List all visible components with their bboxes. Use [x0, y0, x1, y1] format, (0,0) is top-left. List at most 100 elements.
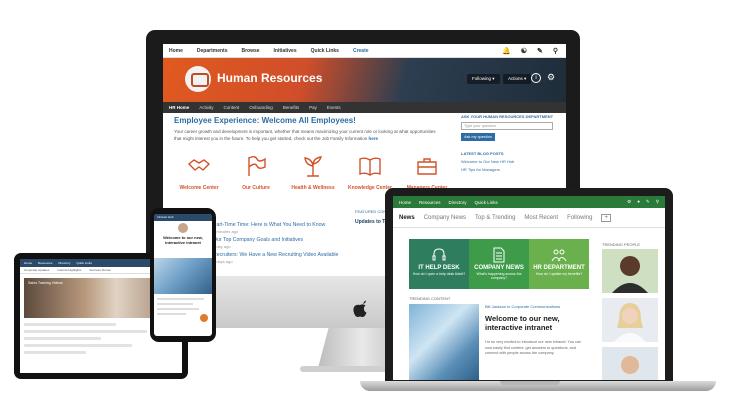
nav-directory[interactable]: Directory: [449, 200, 467, 205]
phone-screen: Intranet Hub Welcome to our new, interac…: [154, 214, 212, 336]
laptop-tabs: News Company News Top & Trending Most Re…: [393, 208, 665, 228]
info-icon[interactable]: i: [531, 73, 541, 83]
search-icon[interactable]: ⚲: [553, 47, 558, 55]
it-help-desk-tile[interactable]: IT HELP DESK How do I open a help desk ti…: [409, 239, 469, 289]
person-icon[interactable]: ●: [637, 199, 640, 205]
ask-hr-panel: ASK YOUR HUMAN RESOURCES DEPARTMENT Type…: [461, 114, 561, 172]
avatar: [621, 356, 639, 374]
news-item[interactable]: Recruiters: We Have a New Recruiting Vid…: [213, 252, 353, 264]
ask-question-button[interactable]: Ask my question: [461, 133, 495, 141]
tab-top-trending[interactable]: Top & Trending: [475, 215, 515, 221]
gear-icon[interactable]: ⚙: [547, 72, 555, 83]
actions-button[interactable]: Actions ▾: [503, 74, 532, 84]
flag-icon: [248, 156, 266, 176]
hr-subnav: HR Home Activity Content Onboarding Bene…: [163, 102, 566, 113]
trending-label: TRENDING CONTENT: [409, 296, 451, 301]
welcome-center-tile[interactable]: Welcome Center: [173, 154, 225, 191]
tab-most-recent[interactable]: Most Recent: [524, 215, 558, 221]
question-input[interactable]: Type your question: [461, 122, 553, 130]
nav-quick-links[interactable]: Quick Links: [76, 261, 92, 265]
search-icon[interactable]: ⚲: [656, 199, 659, 205]
quick-icon-row: Welcome Center Our Culture Health & Well…: [173, 154, 453, 191]
add-tab-icon[interactable]: +: [601, 213, 611, 222]
tab-company-news[interactable]: Company News: [424, 215, 466, 221]
handshake-icon: [187, 159, 211, 171]
nav-departments[interactable]: Departments: [197, 48, 228, 54]
article-photo: [409, 304, 479, 380]
briefcase-icon: [417, 158, 437, 175]
blog-item[interactable]: HR Tips for Managers: [461, 167, 561, 172]
health-wellness-tile[interactable]: Health & Wellness: [287, 154, 339, 191]
nav-initiatives[interactable]: Initiatives: [274, 48, 297, 54]
avatar: [612, 256, 648, 293]
subnav-activity[interactable]: Activity: [199, 105, 213, 110]
subnav-pay[interactable]: Pay: [309, 105, 317, 110]
nav-quick-links[interactable]: Quick Links: [311, 48, 339, 54]
managers-center-tile[interactable]: Managers Center: [401, 154, 453, 191]
laptop-top-nav: Home Resources Directory Quick Links ⚙ ●…: [393, 196, 665, 208]
person-photo[interactable]: [602, 347, 658, 380]
nav-resources[interactable]: Resources: [419, 200, 441, 205]
subnav-hr-home[interactable]: HR Home: [169, 105, 189, 110]
here-link[interactable]: here: [369, 136, 379, 141]
book-icon: [359, 157, 381, 176]
hr-banner: Human Resources Following ▾ Actions ▾ i …: [163, 58, 566, 102]
blog-heading: LATEST BLOG POSTS: [461, 151, 504, 156]
person-photo[interactable]: [602, 249, 658, 293]
avatar: [614, 303, 646, 342]
subnav-benefits[interactable]: Benefits: [283, 105, 299, 110]
tab-news[interactable]: News: [399, 215, 415, 221]
headset-icon: [432, 248, 446, 261]
news-item[interactable]: Part-Time Time: Here is What You Need to…: [213, 222, 353, 234]
nav-home[interactable]: Home: [399, 200, 411, 205]
blog-item[interactable]: Welcome to Our New HR Hub: [461, 159, 561, 164]
hr-logo-icon: [185, 66, 211, 92]
tab-internal-highlights[interactable]: Internal Highlights: [57, 268, 81, 272]
our-culture-tile[interactable]: Our Culture: [230, 154, 282, 191]
featured-article[interactable]: Bill Jackson in Corporate Communications…: [485, 304, 589, 357]
nav-home[interactable]: Home: [24, 261, 32, 265]
create-link[interactable]: Create: [353, 48, 369, 54]
bell-icon[interactable]: ⚙: [627, 199, 631, 205]
plant-icon: [304, 156, 323, 177]
nav-home[interactable]: Home: [169, 48, 183, 54]
subnav-onboarding[interactable]: Onboarding: [249, 105, 273, 110]
experience-title: Employee Experience: Welcome All Employe…: [174, 116, 356, 125]
knowledge-center-tile[interactable]: Knowledge Center: [344, 154, 396, 191]
company-news-tile[interactable]: COMPANY NEWS What's happening across the …: [469, 239, 529, 289]
compose-button[interactable]: [200, 314, 208, 322]
tile-row: IT HELP DESK How do I open a help desk ti…: [409, 239, 589, 289]
trending-people-label: TRENDING PEOPLE: [602, 242, 641, 247]
news-item[interactable]: Our Top Company Goals and Initiatives 1 d…: [213, 237, 353, 249]
following-button[interactable]: Following ▾: [467, 74, 500, 84]
tab-following[interactable]: Following: [567, 215, 592, 221]
subnav-events[interactable]: Events: [327, 105, 341, 110]
phone-status-bar: Intranet Hub: [154, 214, 212, 221]
banner-title: Human Resources: [217, 71, 323, 85]
bell-icon[interactable]: 🔔: [502, 47, 511, 55]
phone-article-image: [154, 258, 212, 294]
edit-icon[interactable]: ✎: [537, 47, 543, 55]
phone-article-title[interactable]: Welcome to our new, interactive intranet: [154, 235, 212, 245]
subnav-content[interactable]: Content: [224, 105, 240, 110]
news-list: Part-Time Time: Here is What You Need to…: [213, 222, 353, 267]
laptop-screen: Home Resources Directory Quick Links ⚙ ●…: [393, 196, 665, 380]
article-author[interactable]: Bill Jackson in Corporate Communications: [485, 304, 589, 309]
apple-logo-icon: [353, 300, 367, 317]
nav-resources[interactable]: Resources: [38, 261, 52, 265]
hr-department-tile[interactable]: HR DEPARTMENT How do I update my benefits…: [529, 239, 589, 289]
nav-quick-links[interactable]: Quick Links: [475, 200, 498, 205]
article-title[interactable]: Welcome to our new, interactive intranet: [485, 314, 589, 332]
avatar: [178, 223, 188, 233]
person-photo[interactable]: [602, 298, 658, 342]
experience-body: Your career growth and development is im…: [174, 129, 436, 141]
article-body: I'm so very excited to introduce our new…: [485, 340, 582, 355]
nav-browse[interactable]: Browse: [241, 48, 259, 54]
imac-top-nav: Home Departments Browse Initiatives Quic…: [163, 44, 566, 58]
nav-directory[interactable]: Directory: [58, 261, 70, 265]
person-icon[interactable]: ☯: [521, 47, 527, 55]
laptop-notch: [500, 381, 560, 385]
edit-icon[interactable]: ✎: [646, 199, 650, 205]
tab-success-stories[interactable]: Success Stories: [89, 268, 111, 272]
tab-corporate-updates[interactable]: Corporate Updates: [24, 268, 49, 272]
